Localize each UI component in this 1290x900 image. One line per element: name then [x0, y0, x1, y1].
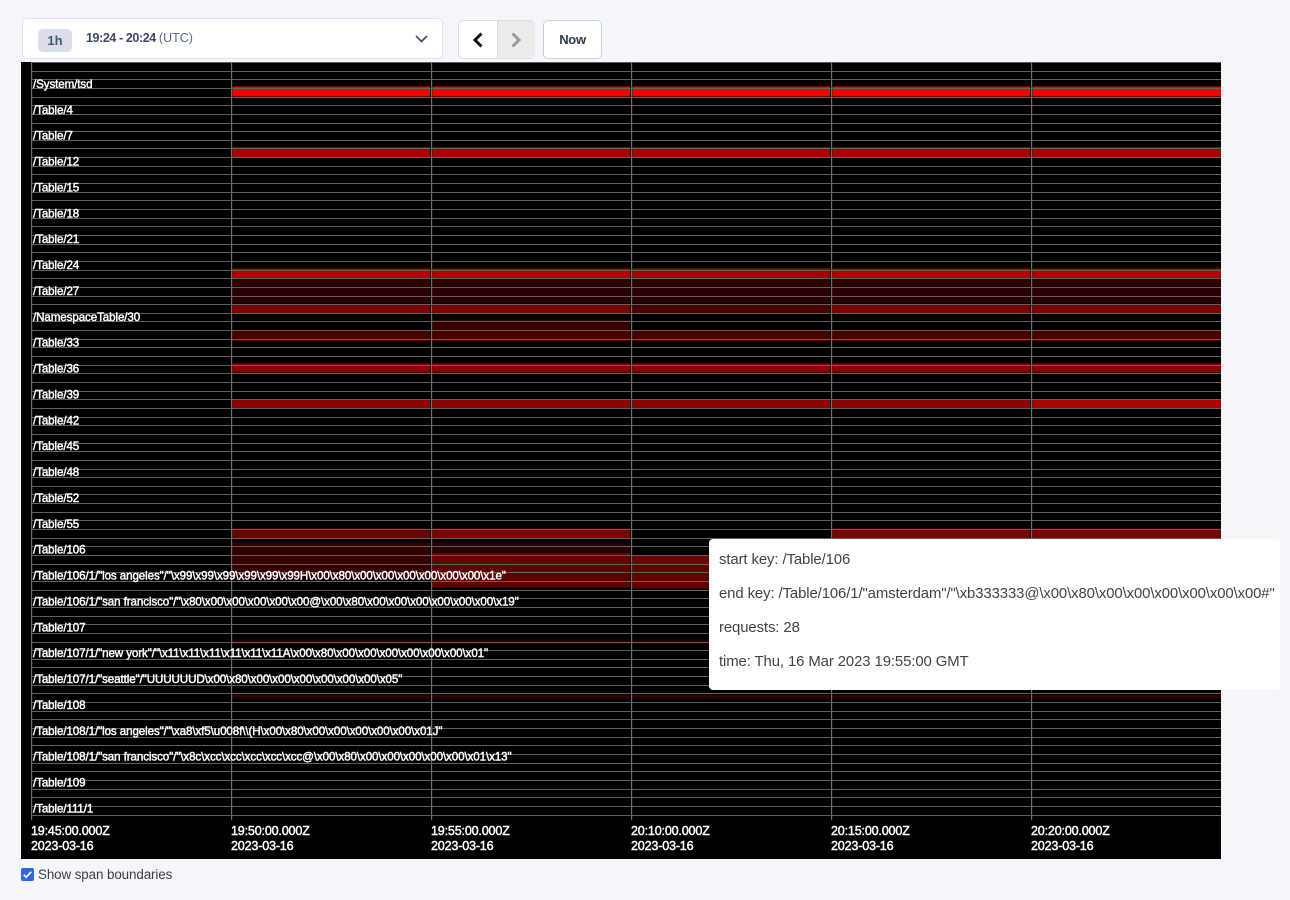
svg-text:/Table/36: /Table/36 — [33, 363, 79, 376]
svg-text:19:50:00.000Z: 19:50:00.000Z — [231, 824, 310, 838]
svg-text:/Table/108/1/"san francisco"/": /Table/108/1/"san francisco"/"\x8c\xcc\x… — [33, 751, 512, 764]
svg-text:/Table/15: /Table/15 — [33, 182, 79, 195]
svg-text:/Table/12: /Table/12 — [33, 156, 79, 169]
svg-text:/Table/18: /Table/18 — [33, 207, 79, 220]
svg-text:19:55:00.000Z: 19:55:00.000Z — [431, 824, 510, 838]
svg-text:/Table/42: /Table/42 — [33, 414, 79, 427]
svg-text:20:20:00.000Z: 20:20:00.000Z — [1031, 824, 1110, 838]
svg-text:/System/tsd: /System/tsd — [33, 78, 92, 91]
svg-text:20:15:00.000Z: 20:15:00.000Z — [831, 824, 910, 838]
svg-text:2023-03-16: 2023-03-16 — [1031, 839, 1094, 853]
svg-text:19:45:00.000Z: 19:45:00.000Z — [31, 824, 110, 838]
svg-text:/Table/39: /Table/39 — [33, 389, 79, 402]
svg-text:2023-03-16: 2023-03-16 — [31, 839, 94, 853]
svg-text:2023-03-16: 2023-03-16 — [231, 839, 294, 853]
svg-text:2023-03-16: 2023-03-16 — [631, 839, 694, 853]
svg-text:/Table/7: /Table/7 — [33, 130, 73, 143]
svg-text:/Table/24: /Table/24 — [33, 259, 80, 272]
svg-text:/NamespaceTable/30: /NamespaceTable/30 — [33, 311, 140, 324]
svg-text:/Table/108: /Table/108 — [33, 699, 86, 712]
svg-text:/Table/45: /Table/45 — [33, 440, 79, 453]
svg-text:/Table/106/1/"san francisco"/": /Table/106/1/"san francisco"/"\x80\x00\x… — [33, 595, 519, 608]
svg-text:/Table/107: /Table/107 — [33, 621, 86, 634]
svg-text:/Table/27: /Table/27 — [33, 285, 79, 298]
svg-text:/Table/107/1/"new york"/"\x11\: /Table/107/1/"new york"/"\x11\x11\x11\x1… — [33, 647, 488, 660]
svg-text:2023-03-16: 2023-03-16 — [831, 839, 894, 853]
svg-text:/Table/109: /Table/109 — [33, 777, 86, 790]
svg-text:/Table/21: /Table/21 — [33, 233, 79, 246]
svg-text:/Table/106: /Table/106 — [33, 544, 86, 557]
svg-text:/Table/111/1: /Table/111/1 — [33, 802, 93, 815]
svg-text:/Table/52: /Table/52 — [33, 492, 79, 505]
svg-text:/Table/55: /Table/55 — [33, 518, 79, 531]
svg-text:/Table/106/1/"los angeles"/"\x: /Table/106/1/"los angeles"/"\x99\x99\x99… — [33, 570, 506, 583]
svg-text:/Table/48: /Table/48 — [33, 466, 79, 479]
svg-text:/Table/108/1/"los angeles"/"\x: /Table/108/1/"los angeles"/"\xa8\xf5\u00… — [33, 725, 442, 738]
svg-text:/Table/33: /Table/33 — [33, 337, 79, 350]
svg-text:20:10:00.000Z: 20:10:00.000Z — [631, 824, 710, 838]
svg-text:/Table/4: /Table/4 — [33, 104, 73, 117]
svg-text:2023-03-16: 2023-03-16 — [431, 839, 494, 853]
svg-text:/Table/107/1/"seattle"/"UUUUUU: /Table/107/1/"seattle"/"UUUUUUD\x00\x80\… — [33, 673, 402, 686]
